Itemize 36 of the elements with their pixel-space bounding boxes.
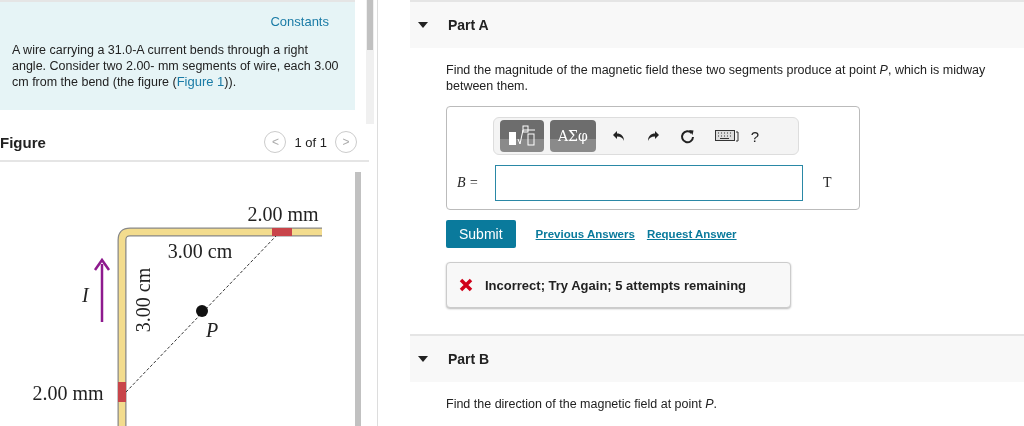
answer-field[interactable] bbox=[495, 165, 803, 201]
templates-button[interactable] bbox=[500, 120, 544, 152]
figure-label: 3.00 cm bbox=[167, 240, 233, 262]
scrollbar[interactable] bbox=[355, 172, 361, 426]
problem-text: A wire carrying a 31.0-A current bends through a right angle. Consider two 2.00- mm segments of wire, each 3.00 cm from the bend (the figure (Figure 1)). bbox=[12, 42, 340, 90]
part-header[interactable]: Part A bbox=[410, 0, 1024, 48]
figure-label: 3.00 cm bbox=[132, 267, 154, 333]
question-text: Find the direction of the magnetic field at point P. bbox=[446, 397, 717, 411]
radical-template-icon bbox=[508, 125, 536, 147]
figure-label: P bbox=[206, 319, 219, 341]
part-title: Part B bbox=[448, 351, 490, 367]
reset-icon[interactable] bbox=[679, 128, 695, 144]
undo-icon[interactable] bbox=[611, 129, 626, 143]
figure-link[interactable]: Figure 1 bbox=[176, 74, 225, 89]
part-title: Part A bbox=[448, 17, 489, 33]
question-text: Find the magnitude of the magnetic field these two segments produce at point P, which is midway between them. bbox=[446, 63, 986, 93]
submit-button[interactable]: Submit bbox=[446, 220, 516, 248]
answer-label: B = bbox=[457, 175, 480, 191]
unit-label: T bbox=[823, 175, 832, 191]
part-header[interactable]: Part B bbox=[410, 334, 1024, 382]
feedback-text: Incorrect; Try Again; 5 attempts remaining bbox=[485, 277, 747, 293]
answer-link[interactable]: Request Answer bbox=[646, 228, 737, 240]
help-button[interactable]: ? bbox=[750, 127, 760, 145]
figure-label: 2.00 mm bbox=[32, 382, 104, 404]
point-marker bbox=[196, 305, 208, 317]
figure-label: 2.00 mm bbox=[247, 203, 319, 225]
page-counter: 1 of 1 bbox=[294, 134, 327, 150]
redo-icon[interactable] bbox=[645, 129, 660, 143]
greek-symbols-button[interactable]: ΑΣφ bbox=[550, 120, 596, 152]
figure-title: Figure bbox=[0, 133, 47, 151]
scrollbar[interactable] bbox=[366, 0, 374, 124]
constants-link[interactable]: Constants bbox=[270, 14, 329, 30]
answer-link[interactable]: Previous Answers bbox=[535, 228, 635, 240]
current-arrow bbox=[93, 257, 111, 322]
figure-label: I bbox=[82, 284, 89, 306]
keyboard-icon[interactable] bbox=[714, 130, 739, 142]
